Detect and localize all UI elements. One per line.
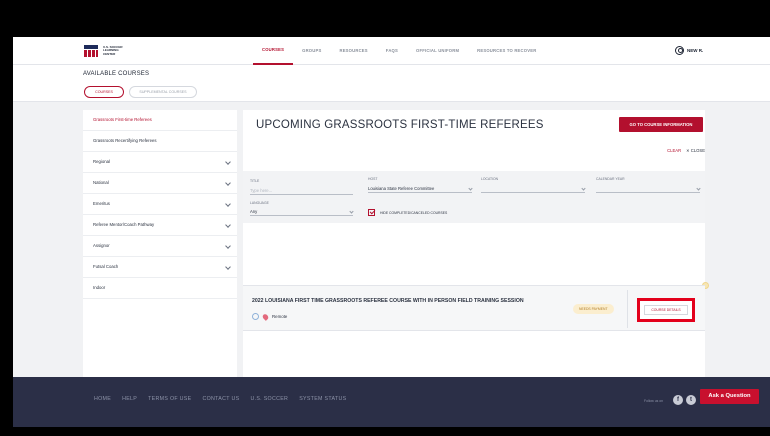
course-meta: Remote — [252, 312, 288, 321]
sidebar-item-label: Regional — [93, 159, 110, 164]
hide-completed-label: HIDE COMPLETED/CANCELED COURSES — [380, 211, 448, 215]
filter-actions: CLEAR ✕ CLOSE — [667, 148, 705, 153]
chevron-down-icon — [225, 159, 231, 165]
sidebar-item-futsal-coach[interactable]: Futsal Coach — [83, 257, 237, 278]
footer-links: HOME HELP TERMS OF USE CONTACT US U.S. S… — [94, 396, 346, 402]
sidebar-item-label: Grassroots Recertifying Referees — [93, 138, 157, 143]
chevron-down-icon — [225, 201, 231, 207]
sidebar-item-grassroots-first-time[interactable]: Grassroots First-time Referees — [83, 110, 237, 131]
footer-link-us-soccer[interactable]: U.S. SOCCER — [250, 396, 288, 402]
nav-official-uniform[interactable]: OFFICIAL UNIFORM — [407, 37, 468, 65]
user-name: NEW R. — [687, 48, 704, 53]
nav-courses[interactable]: COURSES — [253, 37, 294, 65]
course-category-sidebar: Grassroots First-time Referees Grassroot… — [83, 110, 237, 377]
course-card: 2022 LOUISIANA FIRST TIME GRASSROOTS REF… — [243, 285, 705, 331]
tab-courses[interactable]: COURSES — [84, 86, 124, 98]
site-footer: HOME HELP TERMS OF USE CONTACT US U.S. S… — [13, 377, 770, 427]
footer-link-terms[interactable]: TERMS OF USE — [148, 396, 191, 402]
globe-icon — [252, 313, 259, 320]
available-courses-bar: AVAILABLE COURSES COURSES SUPPLEMENTAL C… — [13, 65, 770, 102]
host-filter-select[interactable]: Louisiana State Referee Committee — [368, 185, 473, 193]
page-title: UPCOMING GRASSROOTS FIRST-TIME REFEREES — [256, 119, 544, 131]
close-label: CLOSE — [690, 148, 705, 153]
host-filter-value: Louisiana State Referee Committee — [368, 186, 435, 191]
user-menu[interactable]: NEW R. — [675, 46, 703, 55]
facebook-icon[interactable]: f — [673, 395, 683, 405]
title-filter-label: TITLE — [250, 179, 260, 183]
sidebar-item-regional[interactable]: Regional — [83, 152, 237, 173]
status-badge: NEEDS PAYMENT — [573, 304, 614, 314]
card-divider — [627, 290, 628, 328]
us-soccer-logo[interactable] — [83, 44, 99, 58]
twitter-icon[interactable]: t — [686, 395, 696, 405]
calendar-year-filter-label: CALENDAR YEAR — [596, 177, 625, 181]
title-filter-input[interactable]: Type here... — [250, 187, 353, 195]
logo-text: U.S. SOCCER LEARNING CENTER — [103, 45, 123, 56]
sidebar-item-label: Futsal Coach — [93, 264, 119, 269]
location-filter-select[interactable] — [481, 185, 586, 193]
sidebar-item-label: National — [93, 180, 109, 185]
sidebar-item-indoor[interactable]: Indoor — [83, 278, 237, 299]
app-frame: U.S. SOCCER LEARNING CENTER COURSES GROU… — [13, 37, 770, 427]
chevron-down-icon — [349, 209, 354, 214]
footer-link-help[interactable]: HELP — [122, 396, 137, 402]
main-panel: UPCOMING GRASSROOTS FIRST-TIME REFEREES … — [243, 110, 709, 377]
calendar-year-filter-select[interactable] — [596, 185, 701, 193]
sidebar-item-label: Indoor — [93, 285, 106, 290]
available-courses-title: AVAILABLE COURSES — [83, 71, 150, 77]
nav-resources-to-recover[interactable]: RESOURCES TO RECOVER — [468, 37, 545, 65]
course-details-button[interactable]: COURSE DETAILS — [637, 298, 695, 322]
location-filter-label: LOCATION — [481, 177, 499, 181]
chevron-down-icon — [696, 186, 701, 191]
main-nav: COURSES GROUPS RESOURCES FAQS OFFICIAL U… — [253, 37, 545, 65]
footer-link-system-status[interactable]: SYSTEM STATUS — [299, 396, 346, 402]
clear-filters-link[interactable]: CLEAR — [667, 148, 681, 153]
hide-completed-checkbox[interactable] — [368, 209, 375, 216]
follow-label: Follow us on — [644, 399, 664, 403]
user-icon — [675, 46, 684, 55]
sidebar-item-label: Emeritus — [93, 201, 110, 206]
chevron-down-icon — [225, 222, 231, 228]
sidebar-item-label: Referee Mentor/Coach Pathway — [93, 222, 155, 227]
footer-link-home[interactable]: HOME — [94, 396, 111, 402]
tab-supplemental-courses[interactable]: SUPPLEMENTAL COURSES — [129, 86, 197, 98]
language-filter-label: LANGUAGE — [250, 201, 269, 205]
footer-link-contact[interactable]: CONTACT US — [202, 396, 239, 402]
language-filter-select[interactable]: Any — [250, 208, 354, 216]
sidebar-item-national[interactable]: National — [83, 173, 237, 194]
ask-a-question-button[interactable]: Ask a Question — [700, 389, 759, 404]
sidebar-item-grassroots-recertifying[interactable]: Grassroots Recertifying Referees — [83, 131, 237, 152]
nav-resources[interactable]: RESOURCES — [330, 37, 376, 65]
sidebar-item-label: Assignor — [93, 243, 110, 248]
filter-panel: TITLE Type here... HOST Louisiana State … — [243, 171, 705, 223]
chevron-down-icon — [225, 243, 231, 249]
sidebar-item-referee-mentor[interactable]: Referee Mentor/Coach Pathway — [83, 215, 237, 236]
sidebar-item-emeritus[interactable]: Emeritus — [83, 194, 237, 215]
sidebar-item-label: Grassroots First-time Referees — [93, 117, 152, 122]
chevron-down-icon — [225, 264, 231, 270]
chevron-down-icon — [468, 186, 473, 191]
nav-faqs[interactable]: FAQS — [377, 37, 407, 65]
language-filter-value: Any — [250, 209, 258, 214]
chevron-down-icon — [225, 180, 231, 186]
nav-groups[interactable]: GROUPS — [293, 37, 330, 65]
course-title: 2022 LOUISIANA FIRST TIME GRASSROOTS REF… — [252, 298, 524, 304]
sidebar-item-assignor[interactable]: Assignor — [83, 236, 237, 257]
host-filter-label: HOST — [368, 177, 378, 181]
top-header: U.S. SOCCER LEARNING CENTER COURSES GROU… — [13, 37, 770, 65]
chevron-down-icon — [581, 186, 586, 191]
course-details-label: COURSE DETAILS — [644, 305, 688, 315]
map-pin-icon — [261, 312, 270, 321]
close-filters-link[interactable]: ✕ CLOSE — [686, 148, 705, 153]
course-location: Remote — [272, 314, 288, 319]
go-to-course-information-button[interactable]: GO TO COURSE INFORMATION — [619, 117, 703, 132]
